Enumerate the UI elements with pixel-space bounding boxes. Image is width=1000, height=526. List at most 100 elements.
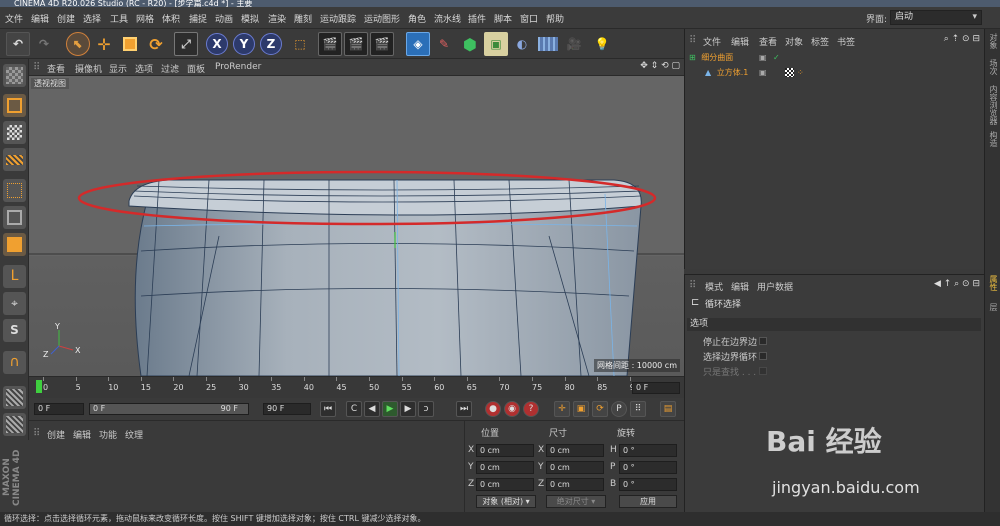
play-button[interactable]: ▶ xyxy=(382,401,398,417)
menu-snap[interactable]: 捕捉 xyxy=(189,12,207,25)
menu-simulate[interactable]: 模拟 xyxy=(241,12,259,25)
goto-start-button[interactable]: ⏮ xyxy=(320,401,336,417)
subdivision-button[interactable]: ⬢ xyxy=(458,32,482,56)
cloner-button[interactable]: ▣ xyxy=(484,32,508,56)
end-frame-field[interactable]: 90 F xyxy=(263,403,311,415)
menu-file[interactable]: 文件 xyxy=(5,12,23,25)
vp-menu-camera[interactable]: 摄像机 xyxy=(75,62,102,75)
rotate-button[interactable]: ⟳ xyxy=(144,32,168,56)
lock-y-button[interactable]: Y xyxy=(233,33,255,55)
attr-menu-mode[interactable]: 模式 xyxy=(705,280,723,293)
render-picture-viewer-button[interactable]: 🎬 xyxy=(344,32,368,56)
menu-character[interactable]: 角色 xyxy=(408,12,426,25)
size-mode-select[interactable]: 绝对尺寸 ▾ xyxy=(546,495,606,508)
pos-y-field[interactable]: 0 cm xyxy=(476,461,534,474)
attr-menu-edit[interactable]: 编辑 xyxy=(731,280,749,293)
cube-visibility-icon[interactable]: ▣ xyxy=(759,66,767,79)
menu-sculpt[interactable]: 雕刻 xyxy=(294,12,312,25)
vp-menu-view[interactable]: 查看 xyxy=(47,62,65,75)
light-button[interactable]: 💡 xyxy=(590,32,614,56)
planar-workplane-button[interactable] xyxy=(3,413,26,436)
obj-menu-bookmarks[interactable]: 书签 xyxy=(837,35,855,48)
polygon-mode-button[interactable] xyxy=(3,233,26,256)
obj-menu-file[interactable]: 文件 xyxy=(703,35,721,48)
attr-menu-userdata[interactable]: 用户数据 xyxy=(757,280,793,293)
mat-menu-create[interactable]: 创建 xyxy=(47,428,65,441)
visibility-icon[interactable]: ▣ xyxy=(759,51,767,64)
size-y-field[interactable]: 0 cm xyxy=(546,461,604,474)
obj-panel-nav-icons[interactable]: ⌕ ⇡ ⊙ ⊟ xyxy=(944,34,980,44)
tweak-mode-button[interactable]: ⌖ xyxy=(3,292,26,315)
grow-only-checkbox[interactable] xyxy=(759,367,767,375)
key-scale-button[interactable]: ▣ xyxy=(573,401,589,417)
auto-key-button[interactable]: ◉ xyxy=(504,401,520,417)
menu-create[interactable]: 创建 xyxy=(57,12,75,25)
recent-tool-button[interactable]: ⤢ xyxy=(174,32,198,56)
menu-render[interactable]: 渲染 xyxy=(268,12,286,25)
tab-structure[interactable]: 构造 xyxy=(987,131,999,147)
start-frame-field[interactable]: 0 F xyxy=(34,403,84,415)
attr-panel-nav-icons[interactable]: ◀ ↑ ⌕ ⊙ ⊟ xyxy=(934,279,980,289)
render-settings-button[interactable]: 🎬 xyxy=(370,32,394,56)
preview-range-slider[interactable]: 0 F 90 F xyxy=(89,403,249,415)
vp-menu-options[interactable]: 选项 xyxy=(135,62,153,75)
move-button[interactable]: ✛ xyxy=(92,32,116,56)
undo-button[interactable]: ↶ xyxy=(6,32,30,56)
apply-button[interactable]: 应用 xyxy=(619,495,677,508)
viewport-nav-icons[interactable]: ✥ ⇕ ⟲ ▢ xyxy=(640,61,680,71)
menu-mesh[interactable]: 网格 xyxy=(136,12,154,25)
menu-animate[interactable]: 动画 xyxy=(215,12,233,25)
vp-menu-filter[interactable]: 过滤 xyxy=(161,62,179,75)
object-row-subdivision[interactable]: ⊞ 细分曲面 ▣ ✓ xyxy=(689,51,981,64)
perspective-viewport[interactable]: 透视视图 Y X Z 网格间距 : 10000 cm xyxy=(29,76,684,376)
point-mode-button[interactable] xyxy=(3,179,26,202)
pos-x-field[interactable]: 0 cm xyxy=(476,444,534,457)
timeline-window-button[interactable]: ▤ xyxy=(660,401,676,417)
live-select-button[interactable]: ⬉ xyxy=(66,32,90,56)
workplane-mode-button[interactable] xyxy=(3,148,26,171)
lock-x-button[interactable]: X xyxy=(206,33,228,55)
mat-menu-texture[interactable]: 纹理 xyxy=(125,428,143,441)
menu-plugins[interactable]: 插件 xyxy=(468,12,486,25)
object-row-cube[interactable]: ▲ 立方体.1 ▣ ⁘ xyxy=(705,66,981,79)
playhead[interactable] xyxy=(36,380,42,393)
size-x-field[interactable]: 0 cm xyxy=(546,444,604,457)
spline-pen-button[interactable]: ✎ xyxy=(432,32,456,56)
record-keys-button[interactable]: ● xyxy=(485,401,501,417)
rot-b-field[interactable]: 0 ° xyxy=(619,478,677,491)
menu-motion-tracking[interactable]: 运动跟踪 xyxy=(320,12,356,25)
texture-mode-button[interactable] xyxy=(3,121,26,144)
tab-layers[interactable]: 层 xyxy=(987,303,999,311)
snap-button[interactable]: ∩ xyxy=(3,351,26,374)
size-z-field[interactable]: 0 cm xyxy=(546,478,604,491)
rot-p-field[interactable]: 0 ° xyxy=(619,461,677,474)
obj-menu-objects[interactable]: 对象 xyxy=(785,35,803,48)
key-rotate-button[interactable]: ⟳ xyxy=(592,401,608,417)
mat-menu-function[interactable]: 功能 xyxy=(99,428,117,441)
key-move-button[interactable]: ✛ xyxy=(554,401,570,417)
current-frame-field[interactable]: 0 F xyxy=(632,382,680,394)
menu-volume[interactable]: 体积 xyxy=(162,12,180,25)
edge-mode-button[interactable] xyxy=(3,206,26,229)
prev-key-button[interactable]: C xyxy=(346,401,362,417)
vp-menu-display[interactable]: 显示 xyxy=(109,62,127,75)
tab-content-browser[interactable]: 内容浏览器 xyxy=(987,85,999,125)
obj-menu-tags[interactable]: 标签 xyxy=(811,35,829,48)
mat-menu-edit[interactable]: 编辑 xyxy=(73,428,91,441)
key-param-button[interactable]: P xyxy=(611,401,627,417)
floor-button[interactable] xyxy=(536,32,560,56)
camera-button[interactable]: 🎥 xyxy=(562,32,586,56)
tab-objects[interactable]: 对象 xyxy=(987,33,999,49)
menu-help[interactable]: 帮助 xyxy=(546,12,564,25)
lock-z-button[interactable]: Z xyxy=(260,33,282,55)
vp-menu-prorender[interactable]: ProRender xyxy=(215,62,261,72)
prev-frame-button[interactable]: ◀ xyxy=(364,401,380,417)
enable-axis-button[interactable]: L xyxy=(3,265,26,288)
key-pla-button[interactable]: ⠿ xyxy=(630,401,646,417)
enabled-check-icon[interactable]: ✓ xyxy=(773,51,780,64)
material-tag-icon[interactable] xyxy=(785,68,794,77)
options-section-header[interactable]: 选项 xyxy=(687,318,981,331)
tab-attributes[interactable]: 属性 xyxy=(987,275,999,291)
cube-object-button[interactable]: ◈ xyxy=(406,32,430,56)
solo-button[interactable]: S xyxy=(3,319,26,342)
